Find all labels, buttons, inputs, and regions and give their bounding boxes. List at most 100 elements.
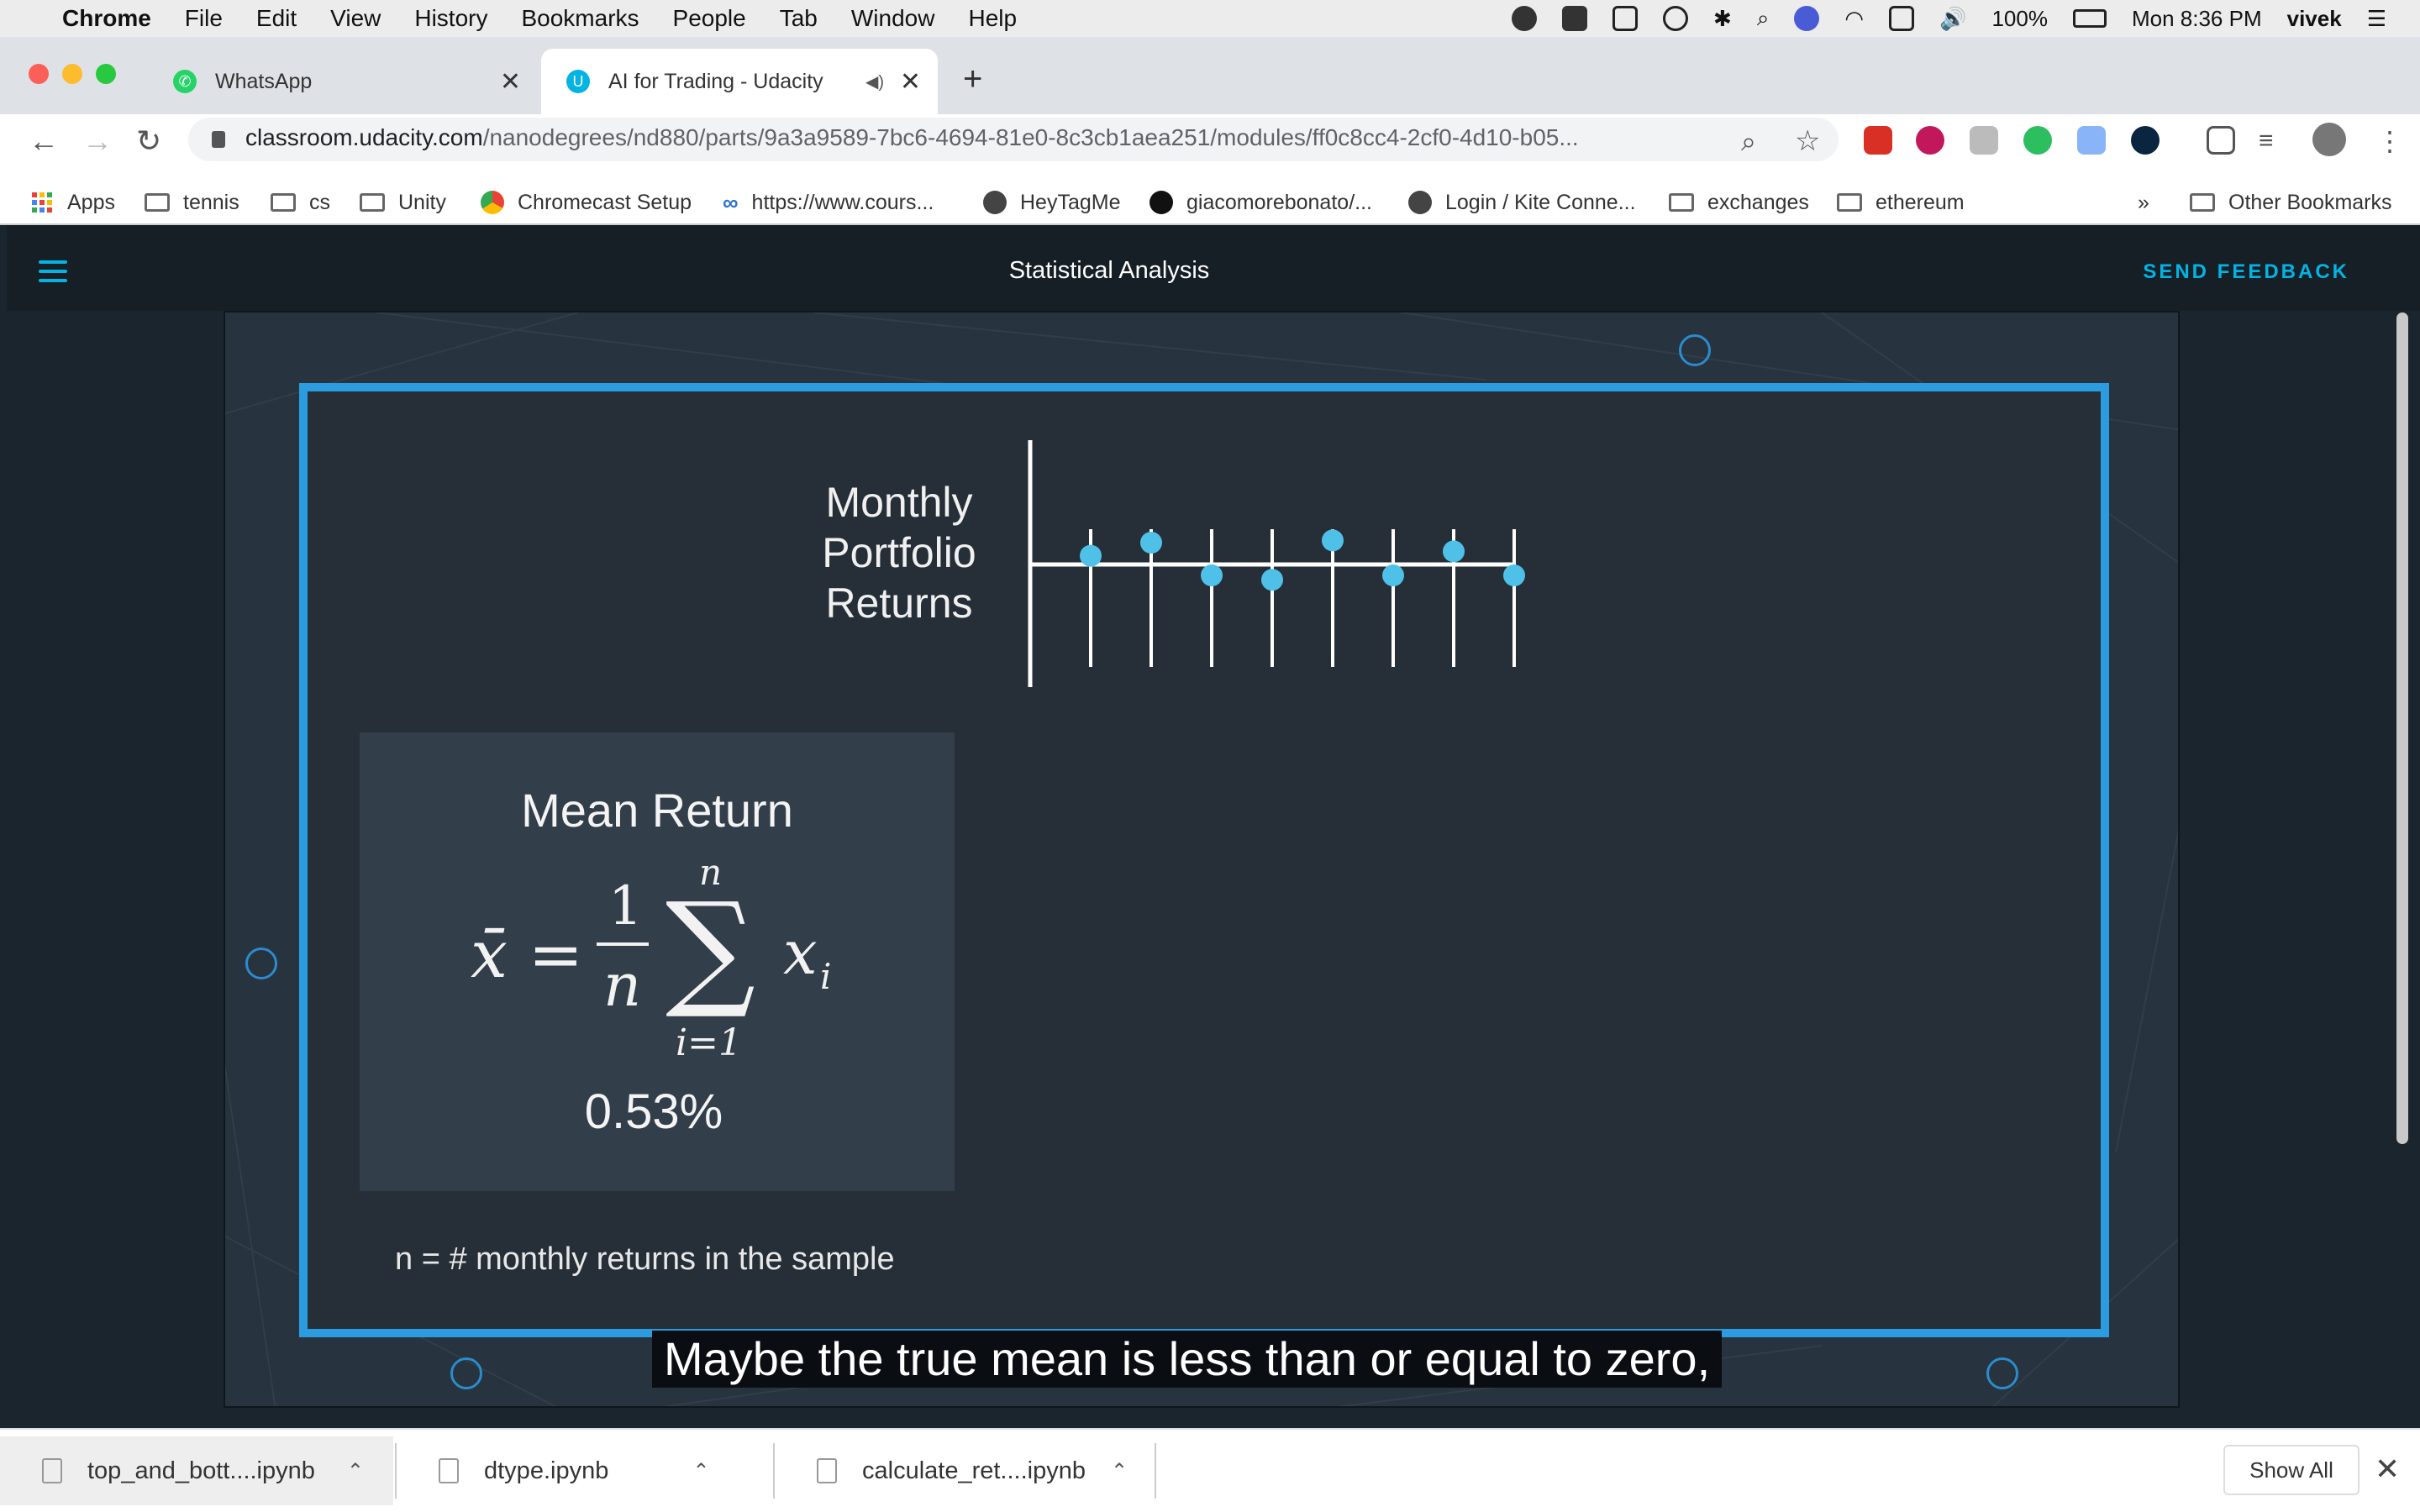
menu-edit[interactable]: Edit	[256, 5, 297, 32]
bookmark-giacomorebonato[interactable]: giacomorebonato/...	[1150, 180, 1372, 225]
page-title: Statistical Analysis	[1008, 257, 1210, 284]
formula-denominator: n	[603, 951, 642, 1020]
bookmark-folder-ethereum[interactable]: ethereum	[1837, 180, 1965, 225]
reload-button[interactable]: ↻	[136, 124, 161, 158]
new-tab-button[interactable]: +	[963, 62, 982, 96]
macos-menubar: Chrome File Edit View History Bookmarks …	[0, 0, 2420, 37]
siri-icon[interactable]	[1794, 6, 1820, 31]
bookmark-coursera[interactable]: ∞ https://www.cours...	[723, 180, 934, 225]
formula-lower-limit: i=1	[676, 1021, 742, 1064]
return-point	[1322, 529, 1344, 552]
menu-tab[interactable]: Tab	[780, 5, 818, 32]
menu-history[interactable]: History	[414, 5, 487, 32]
download-item[interactable]: calculate_ret....ipynb ⌃	[775, 1436, 1153, 1505]
fraction-bar	[597, 942, 649, 946]
evernote-status-icon[interactable]	[1512, 6, 1538, 31]
menu-window[interactable]: Window	[851, 5, 935, 32]
chevron-up-icon[interactable]: ⌃	[692, 1459, 709, 1483]
chevron-up-icon[interactable]: ⌃	[347, 1459, 364, 1483]
app-status-icon[interactable]	[1612, 6, 1639, 31]
volume-icon[interactable]: 🔊	[1939, 6, 1966, 32]
extension-evernote-icon[interactable]	[2023, 126, 2052, 155]
docker-status-icon[interactable]	[1562, 6, 1588, 31]
tab-whatsapp[interactable]: ✆ WhatsApp ✕	[148, 49, 538, 114]
globe-icon	[983, 191, 1007, 214]
chrome-icon	[481, 191, 504, 214]
mean-formula: x̄ = 1 n n ∑ i=1 x i	[471, 852, 857, 1068]
close-downloads-bar-icon[interactable]: ✕	[2375, 1452, 2400, 1487]
folder-icon	[360, 193, 385, 212]
menu-help[interactable]: Help	[968, 5, 1017, 32]
download-item[interactable]: top_and_bott....ipynb ⌃	[0, 1436, 393, 1505]
decorative-ring	[450, 1357, 482, 1389]
extension-calendar-icon[interactable]	[1864, 126, 1892, 155]
menu-chrome[interactable]: Chrome	[62, 5, 151, 32]
decorative-ring	[245, 948, 277, 979]
window-zoom-button[interactable]	[96, 64, 116, 84]
other-bookmarks-folder[interactable]: Other Bookmarks	[2190, 180, 2392, 225]
forward-button[interactable]: →	[82, 124, 113, 158]
lock-icon[interactable]	[212, 131, 225, 148]
menu-people[interactable]: People	[673, 5, 746, 32]
extension-chat-icon[interactable]	[1970, 126, 1998, 155]
user-name[interactable]: vivek	[2287, 6, 2342, 32]
wifi-icon[interactable]: ◠	[1844, 6, 1864, 32]
bookmark-folder-exchanges[interactable]: exchanges	[1669, 180, 1809, 225]
tab-udacity[interactable]: U AI for Trading - Udacity ◀) ✕	[541, 49, 938, 114]
extension-power-icon[interactable]	[1916, 126, 1944, 155]
close-tab-icon[interactable]: ✕	[500, 67, 521, 97]
github-icon	[1150, 191, 1173, 214]
sample-note: n = # monthly returns in the sample	[395, 1242, 895, 1277]
bluetooth-icon[interactable]: ✱	[1713, 6, 1732, 32]
return-point	[1503, 564, 1525, 586]
window-minimize-button[interactable]	[62, 64, 82, 84]
bookmark-heytagme[interactable]: HeyTagMe	[983, 180, 1121, 225]
close-tab-icon[interactable]: ✕	[900, 67, 921, 97]
menu-bookmarks[interactable]: Bookmarks	[521, 5, 639, 32]
bookmark-chromecast-setup[interactable]: Chromecast Setup	[481, 180, 692, 225]
file-icon	[817, 1458, 837, 1483]
notification-center-icon[interactable]: ☰	[2367, 6, 2386, 32]
extension-react-icon[interactable]	[2131, 126, 2160, 155]
url-text[interactable]: classroom.udacity.com/nanodegrees/nd880/…	[245, 124, 1724, 151]
audio-playing-icon[interactable]: ◀)	[865, 71, 884, 92]
battery-icon[interactable]	[2072, 9, 2107, 28]
bookmark-star-icon[interactable]: ☆	[1795, 124, 1820, 158]
mean-value: 0.53%	[584, 1084, 723, 1139]
menu-view[interactable]: View	[330, 5, 381, 32]
chevron-up-icon[interactable]: ⌃	[1111, 1459, 1128, 1483]
returns-chart	[1028, 440, 1525, 687]
spotlight-search-icon[interactable]: ⌕	[1757, 5, 1770, 32]
chrome-menu-icon[interactable]: ⋮	[2376, 124, 2403, 158]
video-caption: Maybe the true mean is less than or equa…	[652, 1331, 1723, 1388]
folder-icon	[1837, 193, 1862, 212]
airplay-icon[interactable]	[1889, 6, 1915, 31]
status-area: ✱ ⌕ ◠ 🔊 100% Mon 8:36 PM vivek ☰	[1512, 0, 2386, 37]
sigma-icon: ∑	[666, 876, 756, 1022]
return-point	[1080, 544, 1102, 567]
folder-icon	[1669, 193, 1694, 212]
bookmark-apps[interactable]: Apps	[32, 180, 115, 225]
window-close-button[interactable]	[29, 64, 49, 84]
extension-screenshot-icon[interactable]	[2077, 126, 2106, 155]
formula-subscript: i	[820, 956, 832, 997]
bookmark-folder-cs[interactable]: cs	[271, 180, 330, 225]
zoom-icon[interactable]: ⌕	[1741, 124, 1756, 158]
bookmark-folder-unity[interactable]: Unity	[360, 180, 446, 225]
send-feedback-button[interactable]: SEND FEEDBACK	[2143, 260, 2349, 284]
menu-file[interactable]: File	[185, 5, 223, 32]
bookmark-folder-tennis[interactable]: tennis	[145, 180, 239, 225]
cast-icon[interactable]	[2207, 126, 2235, 155]
back-button[interactable]: ←	[29, 124, 59, 158]
formula-lhs: x̄ =	[471, 917, 584, 993]
page-scrollbar[interactable]	[2396, 312, 2408, 1144]
profile-avatar[interactable]	[2312, 123, 2346, 156]
bookmarks-overflow-button[interactable]: »	[2138, 180, 2149, 225]
onepassword-status-icon[interactable]	[1663, 6, 1689, 31]
show-all-downloads-button[interactable]: Show All	[2223, 1445, 2360, 1495]
bookmark-kite-login[interactable]: Login / Kite Conne...	[1408, 180, 1636, 225]
decorative-ring	[1679, 334, 1711, 366]
media-controls-icon[interactable]: ≡	[2259, 124, 2274, 158]
download-item[interactable]: dtype.ipynb ⌃	[397, 1436, 773, 1505]
clock[interactable]: Mon 8:36 PM	[2132, 6, 2262, 32]
